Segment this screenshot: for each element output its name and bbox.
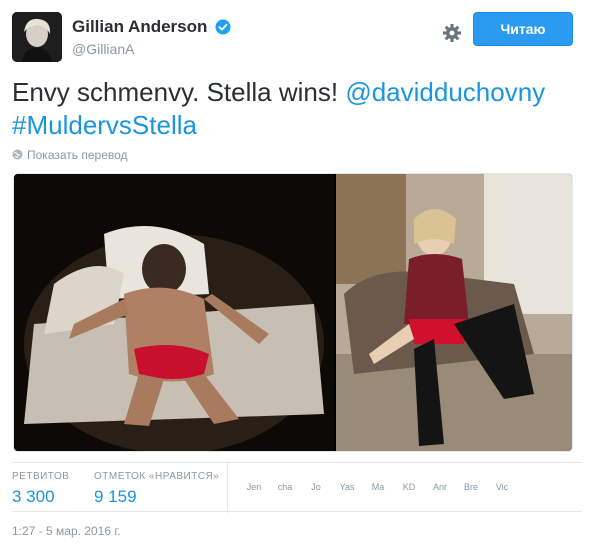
display-name[interactable]: Gillian Anderson	[72, 17, 207, 37]
liker-avatar[interactable]: Bre	[457, 475, 485, 499]
liker-avatar[interactable]: KD	[395, 475, 423, 499]
liker-avatar[interactable]: Yas	[333, 475, 361, 499]
translate-label[interactable]: Показать перевод	[27, 148, 128, 162]
liker-avatar[interactable]: Ma	[364, 475, 392, 499]
tweet-body: Envy schmenvy. Stella wins!	[12, 77, 346, 107]
liker-avatar[interactable]: Jo	[302, 475, 330, 499]
liker-avatar[interactable]: Anr	[426, 475, 454, 499]
verified-badge-icon	[215, 19, 231, 35]
liker-avatar[interactable]: Vic	[488, 475, 516, 499]
tweet-stats: РЕТВИТОВ 3 300 ОТМЕТОК «НРАВИТСЯ» 9 159 …	[12, 462, 582, 513]
likes-count[interactable]: 9 159	[94, 487, 219, 507]
retweets-label: РЕТВИТОВ	[12, 471, 70, 482]
mention-link[interactable]: @davidduchovny	[345, 77, 545, 107]
globe-icon	[12, 149, 23, 160]
liker-avatar[interactable]: Jen	[240, 475, 268, 499]
liker-avatar[interactable]: cha	[271, 475, 299, 499]
translate-link[interactable]: Показать перевод	[12, 148, 128, 162]
tweet-header: Gillian Anderson @GillianA Читаю	[12, 12, 573, 64]
likers-avatars: Jen cha Jo Yas Ma KD Anr Bre Vic	[240, 475, 519, 499]
likes-label: ОТМЕТОК «НРАВИТСЯ»	[94, 471, 220, 482]
gear-icon[interactable]	[441, 22, 463, 44]
user-handle[interactable]: @GillianA	[72, 41, 231, 57]
tweet-media-photo[interactable]	[13, 173, 573, 452]
stats-divider	[227, 463, 228, 513]
retweets-stat[interactable]: РЕТВИТОВ 3 300	[12, 471, 69, 507]
tweet-timestamp[interactable]: 1:27 - 5 мар. 2016 г.	[12, 524, 121, 538]
hashtag-link[interactable]: #MuldervsStella	[12, 110, 197, 140]
tweet-text: Envy schmenvy. Stella wins! @davidduchov…	[12, 76, 582, 142]
avatar[interactable]	[12, 12, 62, 62]
follow-button[interactable]: Читаю	[473, 12, 573, 46]
user-name-block[interactable]: Gillian Anderson @GillianA	[72, 17, 231, 57]
likes-stat[interactable]: ОТМЕТОК «НРАВИТСЯ» 9 159	[94, 471, 219, 507]
retweets-count[interactable]: 3 300	[12, 487, 69, 507]
